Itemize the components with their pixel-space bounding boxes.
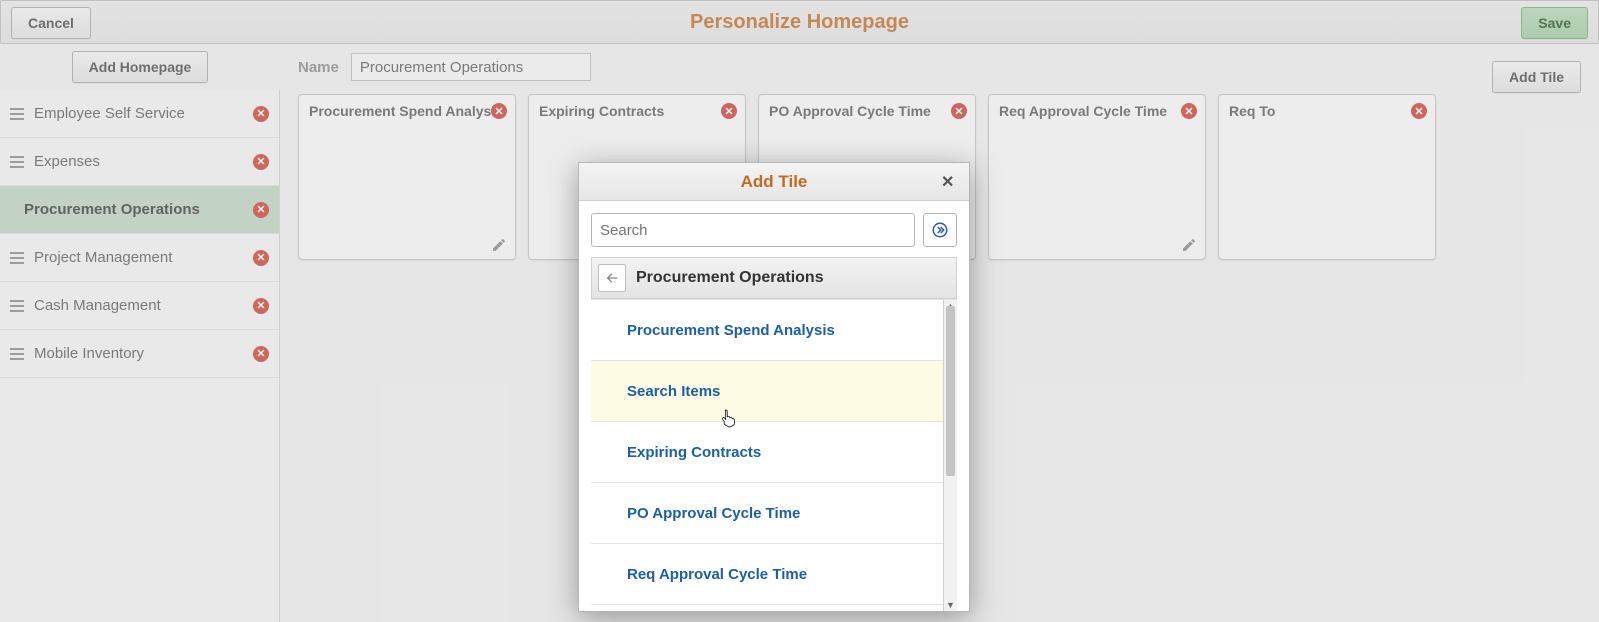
list-item[interactable]: Search Items [591,361,943,422]
list-item[interactable]: PO Approval Cycle Time [591,483,943,544]
cursor-pointer-icon [720,408,738,430]
sidebar-item[interactable]: Expenses ✕ [0,138,279,186]
modal-header: Add Tile ✕ [579,163,969,201]
scroll-down-icon[interactable]: ▼ [944,599,957,611]
drag-handle-icon [10,347,24,361]
modal-title: Add Tile [741,172,808,192]
back-button[interactable] [598,264,626,292]
tile-title: PO Approval Cycle Time [769,103,931,119]
delete-icon[interactable]: ✕ [253,250,269,266]
delete-icon[interactable]: ✕ [253,298,269,314]
sidebar-item[interactable]: Project Management ✕ [0,234,279,282]
drag-handle-icon [10,107,24,121]
modal-breadcrumb: Procurement Operations [591,257,957,299]
sidebar-item-label: Cash Management [34,297,161,314]
list-item[interactable]: Req Approval Cycle Time [591,544,943,605]
sidebar-item[interactable]: Cash Management ✕ [0,282,279,330]
tile-title: Req To [1229,103,1275,119]
toolbar-row: Add Homepage Name Add Tile [0,44,1599,90]
sidebar-item-label: Expenses [34,153,100,170]
add-tile-button[interactable]: Add Tile [1492,61,1581,93]
delete-icon[interactable]: ✕ [1411,103,1427,119]
title-bar: Cancel Personalize Homepage Save [0,0,1599,44]
delete-icon[interactable]: ✕ [951,103,967,119]
edit-icon[interactable] [1181,237,1197,253]
breadcrumb-label: Procurement Operations [636,269,824,287]
drag-handle-icon [10,155,24,169]
drag-handle-icon [10,251,24,265]
tile-title: Expiring Contracts [539,103,664,119]
name-label: Name [298,59,339,76]
delete-icon[interactable]: ✕ [1181,103,1197,119]
drag-handle-icon [10,299,24,313]
list-item[interactable]: Procurement Spend Analysis [591,300,943,361]
sidebar-item[interactable]: Mobile Inventory ✕ [0,330,279,378]
sidebar-item-label: Procurement Operations [24,201,200,218]
save-button[interactable]: Save [1521,7,1588,39]
delete-icon[interactable]: ✕ [253,202,269,218]
delete-icon[interactable]: ✕ [253,106,269,122]
close-icon[interactable]: ✕ [941,172,959,190]
homepage-name-input[interactable] [351,53,591,81]
add-tile-modal: Add Tile ✕ Procurement Operations Procur… [578,162,970,612]
sidebar-item-label: Project Management [34,249,172,266]
sidebar-item[interactable]: Employee Self Service ✕ [0,90,279,138]
page-title: Personalize Homepage [1,11,1598,34]
sidebar-item-label: Mobile Inventory [34,345,144,362]
tile-options-list: Procurement Spend Analysis Search Items … [591,300,943,611]
scrollbar[interactable]: ▲ ▼ [943,300,957,611]
homepage-sidebar: Employee Self Service ✕ Expenses ✕ Procu… [0,90,280,622]
tile-search-input[interactable] [591,213,915,247]
list-item[interactable]: Expiring Contracts [591,422,943,483]
delete-icon[interactable]: ✕ [253,346,269,362]
delete-icon[interactable]: ✕ [253,154,269,170]
tile-title: Req Approval Cycle Time [999,103,1167,119]
double-chevron-right-icon [931,221,949,239]
delete-icon[interactable]: ✕ [491,103,507,119]
sidebar-item-active[interactable]: Procurement Operations ✕ [0,186,279,234]
tile[interactable]: Req To ✕ [1218,94,1436,260]
search-go-button[interactable] [923,213,957,247]
scrollbar-thumb[interactable] [946,306,955,476]
arrow-left-icon [604,270,620,286]
delete-icon[interactable]: ✕ [721,103,737,119]
tile[interactable]: Procurement Spend Analysis ✕ [298,94,516,260]
tile[interactable]: Req Approval Cycle Time ✕ [988,94,1206,260]
tile-title: Procurement Spend Analysis [309,103,503,119]
sidebar-item-label: Employee Self Service [34,105,185,122]
edit-icon[interactable] [491,237,507,253]
add-homepage-button[interactable]: Add Homepage [72,51,209,83]
